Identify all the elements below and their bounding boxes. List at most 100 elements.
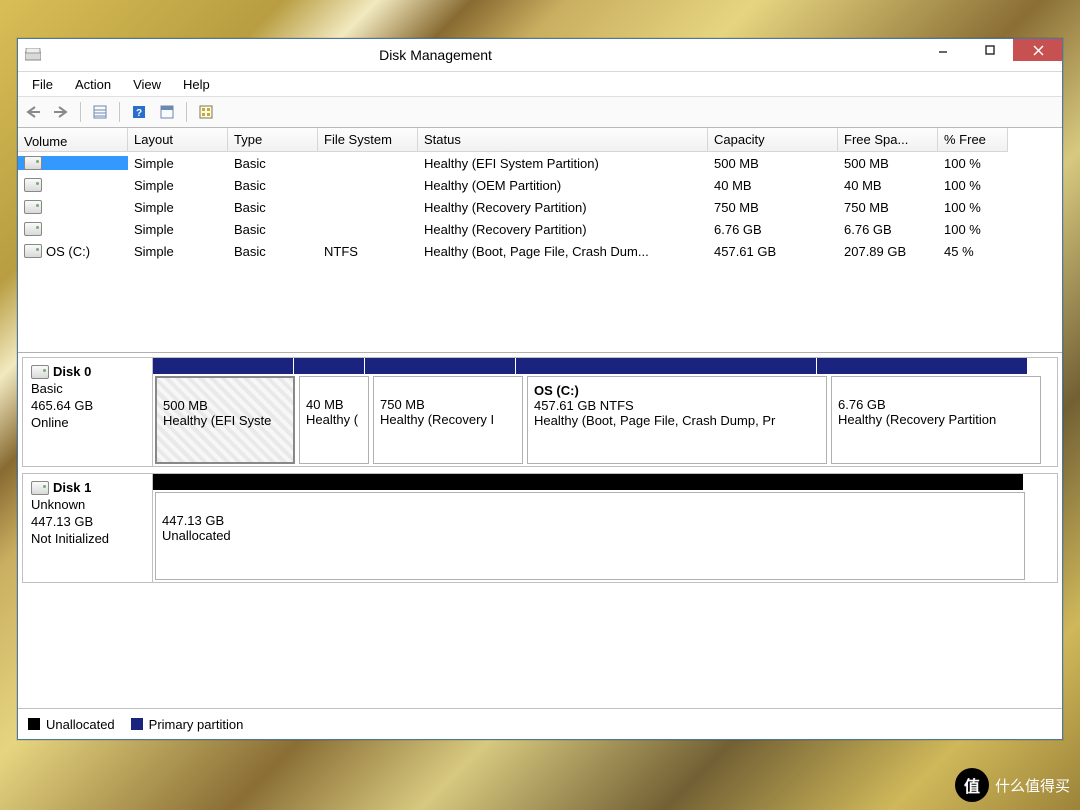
volume-pctfree: 100 % <box>938 200 1008 215</box>
disk-size: 465.64 GB <box>31 398 144 413</box>
partition-box[interactable]: OS (C:)457.61 GB NTFSHealthy (Boot, Page… <box>527 376 827 464</box>
legend-primary: Primary partition <box>131 717 244 732</box>
drive-icon <box>24 200 42 214</box>
partition-size: 457.61 GB NTFS <box>534 398 634 413</box>
volume-capacity: 500 MB <box>708 156 838 171</box>
partition-size: 750 MB <box>380 397 425 412</box>
disk-type: Unknown <box>31 497 144 512</box>
volume-type: Basic <box>228 222 318 237</box>
volume-row[interactable]: SimpleBasic Healthy (Recovery Partition)6… <box>18 218 1062 240</box>
menu-action[interactable]: Action <box>65 75 121 94</box>
close-button[interactable] <box>1013 39 1062 61</box>
window-title: Disk Management <box>0 47 919 63</box>
volume-pctfree: 100 % <box>938 178 1008 193</box>
disk-icon <box>31 365 49 379</box>
drive-icon <box>24 178 42 192</box>
disk-label: Disk 0 <box>53 364 91 379</box>
settings-button[interactable] <box>195 101 217 123</box>
watermark-badge-icon: 值 <box>955 768 989 802</box>
volume-type: Basic <box>228 200 318 215</box>
volume-free: 500 MB <box>838 156 938 171</box>
graphical-view: Disk 0Basic465.64 GBOnline500 MBHealthy … <box>18 353 1062 708</box>
disk-label: Disk 1 <box>53 480 91 495</box>
volume-type: Basic <box>228 244 318 259</box>
volume-capacity: 750 MB <box>708 200 838 215</box>
volume-capacity: 40 MB <box>708 178 838 193</box>
volume-pctfree: 100 % <box>938 222 1008 237</box>
watermark-text: 什么值得买 <box>995 775 1070 796</box>
col-status[interactable]: Status <box>418 128 708 152</box>
volume-list-header[interactable]: Volume Layout Type File System Status Ca… <box>18 128 1062 152</box>
partition-size: 500 MB <box>163 398 208 413</box>
partition-status: Healthy (Recovery I <box>380 412 494 427</box>
volume-type: Basic <box>228 156 318 171</box>
volume-layout: Simple <box>128 178 228 193</box>
volume-row[interactable]: SimpleBasic Healthy (EFI System Partition… <box>18 152 1062 174</box>
col-pctfree[interactable]: % Free <box>938 128 1008 152</box>
volume-free: 750 MB <box>838 200 938 215</box>
disk-info[interactable]: Disk 1 Unknown 447.13 GB Not Initialized <box>23 474 153 582</box>
svg-text:?: ? <box>136 108 142 119</box>
volume-layout: Simple <box>128 156 228 171</box>
partition-title: OS (C:) <box>534 383 579 398</box>
disk-type: Basic <box>31 381 144 396</box>
back-button[interactable] <box>22 101 44 123</box>
disk-info[interactable]: Disk 0 Basic 465.64 GB Online <box>23 358 153 466</box>
drive-icon <box>24 222 42 236</box>
disk-size: 447.13 GB <box>31 514 144 529</box>
volume-row[interactable]: OS (C:)SimpleBasicNTFSHealthy (Boot, Pag… <box>18 240 1062 262</box>
view-top-button[interactable] <box>156 101 178 123</box>
volume-fs: NTFS <box>318 244 418 259</box>
disk-state: Not Initialized <box>31 531 144 546</box>
partition-box[interactable]: 447.13 GBUnallocated <box>155 492 1025 580</box>
volume-free: 40 MB <box>838 178 938 193</box>
minimize-button[interactable] <box>919 39 966 61</box>
partition-size: 40 MB <box>306 397 344 412</box>
watermark: 值 什么值得买 <box>955 768 1070 802</box>
partition-box[interactable]: 6.76 GBHealthy (Recovery Partition <box>831 376 1041 464</box>
volume-row[interactable]: SimpleBasicHealthy (OEM Partition)40 MB4… <box>18 174 1062 196</box>
disk-icon <box>31 481 49 495</box>
col-type[interactable]: Type <box>228 128 318 152</box>
drive-icon <box>24 244 42 258</box>
titlebar[interactable]: Disk Management <box>18 39 1062 72</box>
disk-management-window: Disk Management File Action View Help ? … <box>17 38 1063 740</box>
legend: Unallocated Primary partition <box>18 708 1062 739</box>
volume-pctfree: 45 % <box>938 244 1008 259</box>
menu-file[interactable]: File <box>22 75 63 94</box>
volume-name: OS (C:) <box>46 244 90 259</box>
partition-size: 6.76 GB <box>838 397 886 412</box>
volume-capacity: 6.76 GB <box>708 222 838 237</box>
forward-button[interactable] <box>50 101 72 123</box>
col-freespace[interactable]: Free Spa... <box>838 128 938 152</box>
partition-status: Healthy (Boot, Page File, Crash Dump, Pr <box>534 413 775 428</box>
help-button[interactable]: ? <box>128 101 150 123</box>
volume-pctfree: 100 % <box>938 156 1008 171</box>
disk-row: Disk 1 Unknown 447.13 GB Not Initialized 447… <box>22 473 1058 583</box>
volume-status: Healthy (OEM Partition) <box>418 178 708 193</box>
toolbar: ? <box>18 96 1062 128</box>
properties-button[interactable] <box>89 101 111 123</box>
volume-row[interactable]: SimpleBasicHealthy (Recovery Partition)7… <box>18 196 1062 218</box>
partition-status: Unallocated <box>162 528 231 543</box>
disk-state: Online <box>31 415 144 430</box>
volume-layout: Simple <box>128 222 228 237</box>
volume-status: Healthy (Recovery Partition) <box>418 222 708 237</box>
volume-status: Healthy (EFI System Partition) <box>418 156 708 171</box>
col-filesystem[interactable]: File System <box>318 128 418 152</box>
legend-unallocated-label: Unallocated <box>46 717 115 732</box>
volume-capacity: 457.61 GB <box>708 244 838 259</box>
menu-view[interactable]: View <box>123 75 171 94</box>
col-layout[interactable]: Layout <box>128 128 228 152</box>
col-volume[interactable]: Volume <box>18 128 128 152</box>
menu-help[interactable]: Help <box>173 75 220 94</box>
partition-box[interactable]: 750 MBHealthy (Recovery I <box>373 376 523 464</box>
partition-box[interactable]: 500 MBHealthy (EFI Syste <box>155 376 295 464</box>
volume-layout: Simple <box>128 200 228 215</box>
volume-list: Volume Layout Type File System Status Ca… <box>18 128 1062 353</box>
partition-box[interactable]: 40 MBHealthy ( <box>299 376 369 464</box>
maximize-button[interactable] <box>966 39 1013 61</box>
partition-status: Healthy ( <box>306 412 358 427</box>
partition-status: Healthy (EFI Syste <box>163 413 271 428</box>
col-capacity[interactable]: Capacity <box>708 128 838 152</box>
